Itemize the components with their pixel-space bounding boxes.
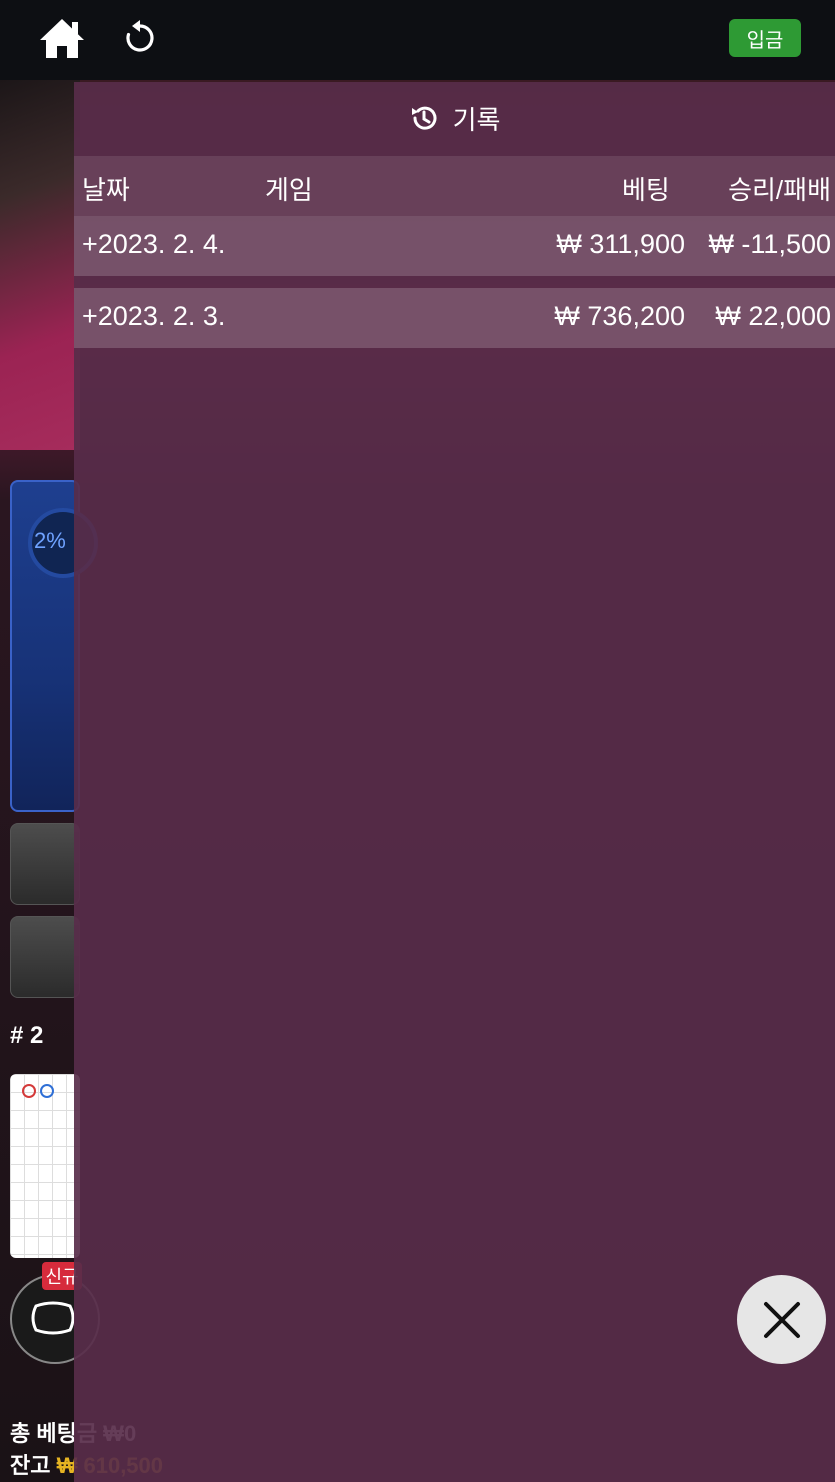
player-pair-button[interactable] — [10, 916, 80, 998]
player-percent: 2% — [34, 528, 66, 553]
history-row[interactable]: +2023. 2. 4. ₩ 311,900 ₩ -11,500 — [74, 216, 835, 276]
top-bar: 입금 — [0, 0, 835, 80]
column-winloss: 승리/패배 — [728, 175, 831, 205]
history-title: 기록 — [452, 104, 501, 135]
home-button[interactable] — [38, 16, 86, 62]
row-bet: ₩ 736,200 — [554, 301, 685, 331]
player-bonus-button[interactable] — [10, 823, 80, 905]
round-number: # 2 — [10, 1022, 44, 1049]
row-date: +2023. 2. 3. — [82, 301, 226, 331]
row-winloss: ₩ 22,000 — [715, 301, 831, 331]
history-panel: 기록 날짜 게임 베팅 승리/패배 +2023. 2. 4. ₩ 311,900… — [74, 82, 835, 1482]
history-row[interactable]: +2023. 2. 3. ₩ 736,200 ₩ 22,000 — [74, 288, 835, 348]
balance-label: 잔고 — [10, 1453, 51, 1478]
row-winloss: ₩ -11,500 — [708, 229, 831, 259]
deposit-button[interactable]: 입금 — [729, 19, 801, 57]
history-header: 기록 — [74, 82, 835, 154]
history-table-header: 날짜 게임 베팅 승리/패배 — [74, 156, 835, 216]
player-dot — [40, 1084, 54, 1098]
column-game: 게임 — [265, 175, 313, 205]
history-icon — [411, 106, 437, 130]
scoreboard — [10, 1074, 80, 1258]
row-date: +2023. 2. 4. — [82, 229, 226, 259]
refresh-button[interactable] — [120, 18, 160, 58]
close-button[interactable] — [737, 1275, 826, 1364]
row-bet: ₩ 311,900 — [556, 229, 685, 259]
table-icon — [31, 1301, 75, 1335]
home-icon — [40, 19, 84, 58]
column-date: 날짜 — [82, 175, 130, 205]
refresh-icon — [126, 20, 154, 52]
close-icon — [763, 1301, 800, 1338]
dealer-video — [0, 80, 80, 450]
banker-dot — [22, 1084, 36, 1098]
column-bet: 베팅 — [622, 175, 670, 205]
